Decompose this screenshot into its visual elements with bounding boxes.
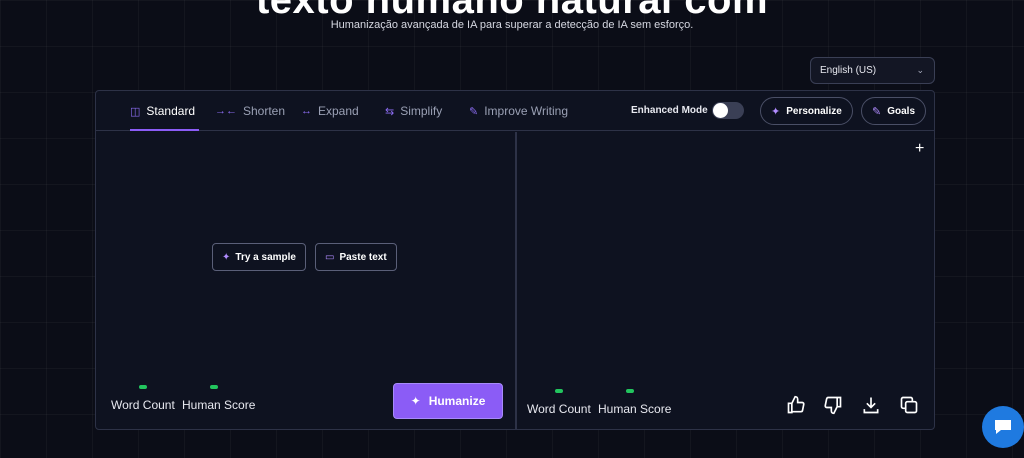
tab-label: Standard (146, 104, 196, 118)
tab-shorten[interactable]: →← Shorten (215, 91, 285, 131)
mode-toolbar: ◫ Standard →← Shorten ↔ Expand ⇆ Simplif… (96, 91, 934, 131)
expand-arrows-icon: ↔ (301, 105, 312, 117)
plus-icon[interactable]: + (915, 140, 924, 158)
magic-wand-icon: ✦ (222, 251, 231, 263)
tab-simplify[interactable]: ⇆ Simplify (385, 91, 442, 131)
paste-text-label: Paste text (339, 251, 387, 263)
clipboard-icon: ▭ (325, 251, 335, 263)
thumbs-up-icon[interactable] (786, 395, 806, 415)
chat-icon (995, 420, 1011, 434)
humanize-button[interactable]: ✦ Humanize (393, 383, 503, 419)
status-dot (139, 385, 147, 389)
goals-label: Goals (887, 105, 916, 117)
humanize-label: Humanize (428, 394, 486, 408)
pencil-icon: ✎ (872, 105, 882, 118)
tab-label: Simplify (400, 104, 443, 118)
enhanced-mode-label: Enhanced Mode (631, 105, 708, 116)
personalize-label: Personalize (786, 105, 842, 117)
enhanced-mode-toggle[interactable] (712, 102, 744, 119)
shorten-arrows-icon: →← (215, 105, 237, 117)
chat-edit-icon: ✎ (469, 105, 479, 118)
tab-label: Expand (318, 104, 359, 118)
sparkles-icon: ✦ (410, 394, 421, 408)
paste-text-button[interactable]: ▭ Paste text (315, 243, 397, 271)
word-count-label: Word Count (527, 402, 591, 416)
human-score-stat: Human Score (182, 385, 256, 412)
status-dot (555, 389, 563, 393)
human-score-stat: Human Score (598, 389, 672, 416)
sparkle-icon: ✦ (771, 105, 781, 118)
output-pane: + Word Count Human Score (517, 132, 934, 429)
thumbs-down-icon[interactable] (823, 395, 843, 415)
tab-label: Shorten (243, 104, 286, 118)
try-sample-button[interactable]: ✦ Try a sample (212, 243, 306, 271)
hero-subtitle: Humanização avançada de IA para superar … (330, 19, 694, 31)
input-pane[interactable]: ✦ Try a sample ▭ Paste text Word Count H… (96, 132, 515, 429)
toggle-knob (713, 103, 728, 118)
status-dot (210, 385, 218, 389)
tab-label: Improve Writing (484, 104, 569, 118)
box-icon: ◫ (130, 105, 141, 118)
language-select-value: English (US) (820, 65, 877, 76)
download-icon[interactable] (861, 395, 881, 415)
personalize-button[interactable]: ✦ Personalize (760, 97, 853, 125)
chevron-down-icon: ⌄ (916, 65, 924, 75)
chat-support-button[interactable] (982, 406, 1024, 448)
status-dot (626, 389, 634, 393)
word-count-stat: Word Count (527, 389, 591, 416)
tab-expand[interactable]: ↔ Expand (301, 91, 359, 131)
goals-button[interactable]: ✎ Goals (861, 97, 927, 125)
swap-arrows-icon: ⇆ (385, 105, 395, 118)
human-score-label: Human Score (182, 398, 256, 412)
human-score-label: Human Score (598, 402, 672, 416)
copy-icon[interactable] (899, 395, 919, 415)
word-count-label: Word Count (111, 398, 175, 412)
tab-standard[interactable]: ◫ Standard (130, 91, 200, 131)
try-sample-label: Try a sample (235, 251, 296, 263)
editor-panel: ◫ Standard →← Shorten ↔ Expand ⇆ Simplif… (95, 90, 935, 430)
word-count-stat: Word Count (111, 385, 175, 412)
language-select[interactable]: English (US) ⌄ (810, 57, 935, 84)
tab-improve-writing[interactable]: ✎ Improve Writing (469, 91, 568, 131)
